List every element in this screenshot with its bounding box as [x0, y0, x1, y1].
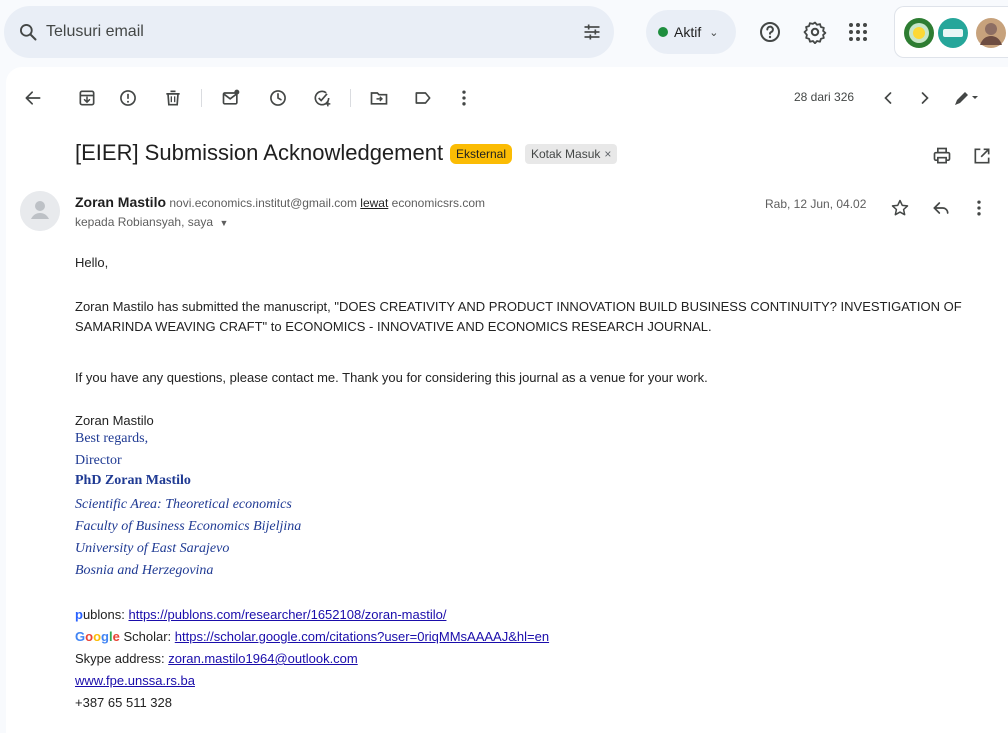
more-vert-icon[interactable]: [454, 88, 474, 108]
account-switcher[interactable]: [894, 6, 1008, 58]
status-dot: [658, 27, 668, 37]
google-letter-o: o: [85, 629, 94, 644]
email-date: Rab, 12 Jun, 04.02: [765, 197, 867, 211]
signature-name: Zoran Mastilo: [75, 413, 154, 428]
skype-email-link[interactable]: zoran.mastilo1964@outlook.com: [168, 651, 358, 666]
help-icon[interactable]: [758, 20, 782, 44]
sig-title-name: PhD Zoran Mastilo: [75, 473, 191, 488]
label-icon[interactable]: [413, 88, 433, 108]
scholar-link[interactable]: https://scholar.google.com/citations?use…: [175, 629, 549, 644]
label-inbox[interactable]: Kotak Masuk ×: [525, 144, 618, 164]
message-counter: 28 dari 326: [794, 90, 855, 104]
pen-icon[interactable]: [952, 88, 980, 108]
top-bar: Aktif ⌄: [0, 0, 1008, 64]
chevron-down-icon: ⌄: [709, 26, 719, 39]
via-link[interactable]: lewat: [360, 196, 388, 210]
website-link[interactable]: www.fpe.unssa.rs.ba: [75, 673, 195, 688]
more-vert-icon[interactable]: [969, 198, 989, 218]
skype-label: Skype address:: [75, 651, 169, 666]
google-letter-o2: o: [93, 629, 102, 644]
paragraph-1-line-1: Zoran Mastilo has submitted the manuscri…: [75, 299, 962, 314]
remove-label-icon[interactable]: ×: [604, 147, 611, 161]
status-selector[interactable]: Aktif ⌄: [646, 10, 736, 54]
prev-icon[interactable]: [878, 88, 898, 108]
status-label: Aktif: [674, 24, 702, 40]
publons-first-letter: p: [75, 607, 83, 622]
google-letter-g2: g: [101, 629, 109, 644]
paragraph-2: If you have any questions, please contac…: [75, 370, 708, 385]
search-icon[interactable]: [18, 22, 38, 42]
filter-icon[interactable]: [582, 22, 602, 42]
publons-label: ublons:: [82, 607, 129, 622]
label-external[interactable]: Eksternal: [450, 144, 513, 164]
archive-icon[interactable]: [77, 88, 97, 108]
website-line: www.fpe.unssa.rs.ba: [75, 673, 195, 688]
toolbar-divider: [350, 89, 351, 107]
delete-icon[interactable]: [163, 88, 183, 108]
phone-number: +387 65 511 328: [75, 695, 172, 710]
sig-country: Bosnia and Herzegovina: [75, 563, 214, 578]
skype-line: Skype address: zoran.mastilo1964@outlook…: [75, 651, 358, 666]
publons-link[interactable]: https://publons.com/researcher/1652108/z…: [129, 607, 447, 622]
university-logo-icon: [904, 18, 934, 48]
via-domain: economicsrs.com: [391, 196, 486, 210]
google-letter-e: e: [112, 629, 120, 644]
sig-faculty: Faculty of Business Economics Bijeljina: [75, 519, 302, 534]
settings-icon[interactable]: [803, 20, 827, 44]
sig-area: Scientific Area: Theoretical economics: [75, 497, 292, 512]
sender-email: novi.economics.institut@gmail.com: [169, 196, 357, 210]
scholar-line: Google Scholar: https://scholar.google.c…: [75, 629, 549, 644]
sender-name[interactable]: Zoran Mastilo: [75, 194, 166, 210]
scholar-label: Scholar:: [119, 629, 175, 644]
avatar[interactable]: [975, 17, 1007, 49]
search-input[interactable]: [46, 20, 526, 44]
apps-icon[interactable]: [846, 20, 870, 44]
blu-logo-icon: [938, 18, 968, 48]
move-to-icon[interactable]: [369, 88, 389, 108]
star-icon[interactable]: [890, 198, 910, 218]
back-icon[interactable]: [23, 88, 43, 108]
sig-role: Director: [75, 453, 122, 468]
recipients-text: kepada Robiansyah, saya: [75, 215, 214, 229]
open-new-window-icon[interactable]: [972, 146, 992, 166]
add-task-icon[interactable]: [312, 88, 332, 108]
next-icon[interactable]: [915, 88, 935, 108]
paragraph-1-line-2: SAMARINDA WEAVING CRAFT" to ECONOMICS - …: [75, 319, 712, 334]
print-icon[interactable]: [932, 146, 952, 166]
sig-regards: Best regards,: [75, 431, 149, 446]
caret-down-icon: ▼: [219, 218, 229, 228]
reply-icon[interactable]: [931, 198, 951, 218]
greeting: Hello,: [75, 255, 109, 270]
search-bar[interactable]: [4, 6, 614, 58]
sender-avatar[interactable]: [20, 191, 60, 231]
mark-unread-icon[interactable]: [221, 88, 241, 108]
label-inbox-text: Kotak Masuk: [531, 147, 601, 161]
message-card: 28 dari 326 [EIER] Submission Acknowledg…: [6, 67, 1008, 733]
recipients-toggle[interactable]: kepada Robiansyah, saya ▼: [75, 215, 228, 229]
email-subject: [EIER] Submission Acknowledgement: [75, 140, 444, 165]
sig-university: University of East Sarajevo: [75, 541, 230, 556]
publons-line: publons: https://publons.com/researcher/…: [75, 607, 446, 622]
report-spam-icon[interactable]: [118, 88, 138, 108]
sender-line: Zoran Mastilo novi.economics.institut@gm…: [75, 194, 485, 210]
toolbar-divider: [201, 89, 202, 107]
google-letter-g: G: [75, 629, 86, 644]
snooze-icon[interactable]: [268, 88, 288, 108]
